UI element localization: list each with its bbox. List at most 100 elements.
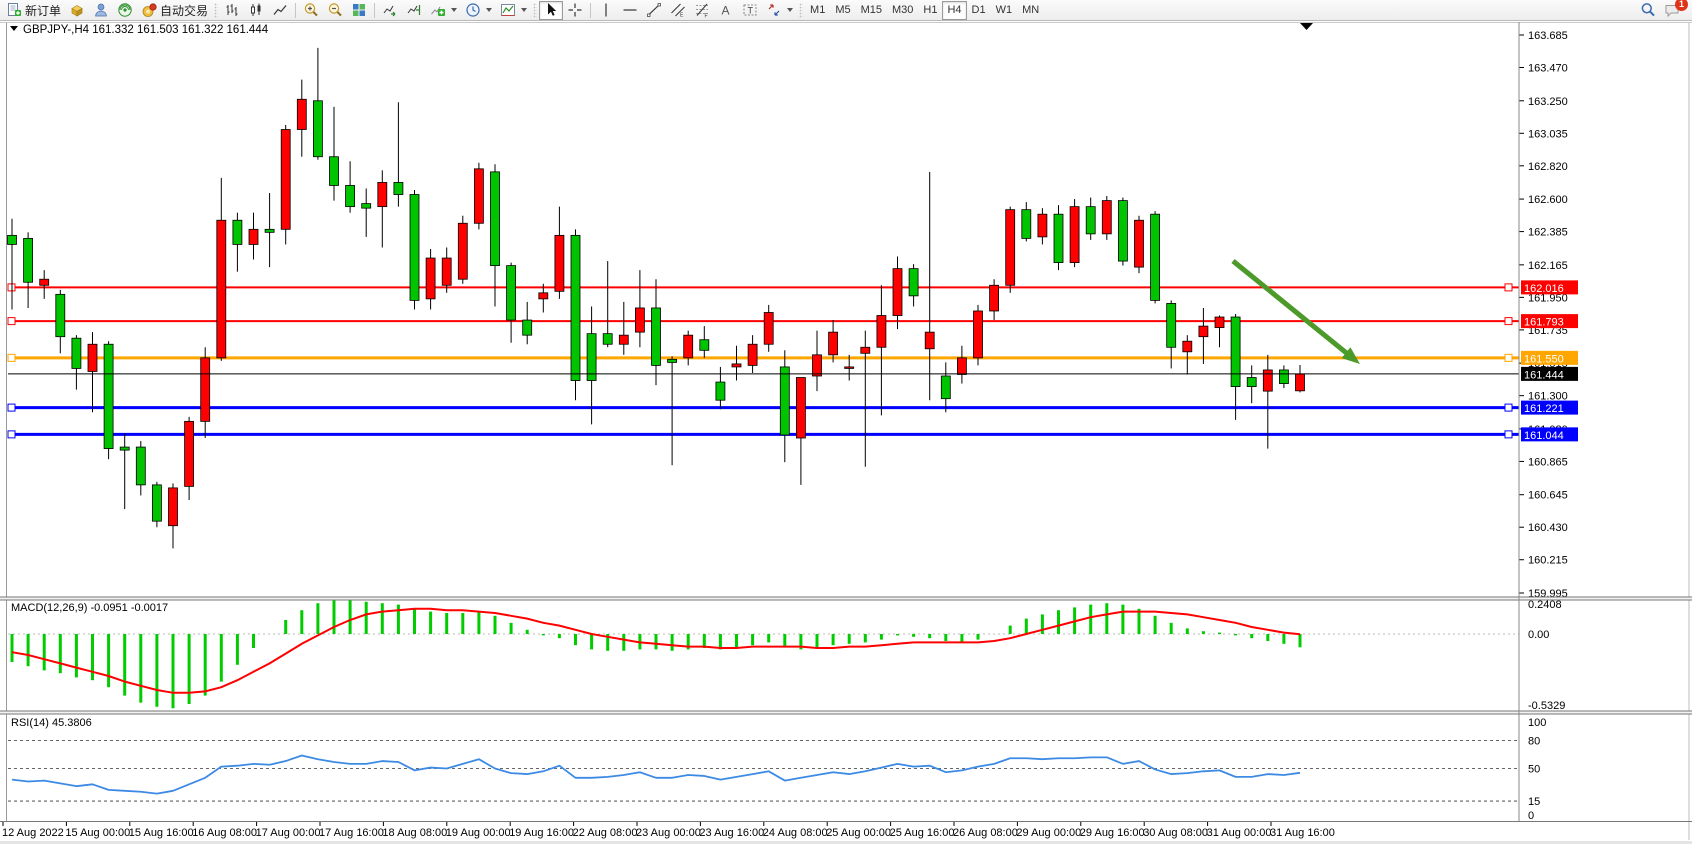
candle-body-up [684, 335, 693, 358]
chart-canvas[interactable]: 163.685163.470163.250163.035162.820162.6… [0, 21, 1692, 844]
zoom-in-icon [303, 2, 319, 18]
periods-button[interactable] [461, 1, 496, 20]
tab-timeframe-H1[interactable]: H1 [918, 1, 942, 20]
time-axis-label: 17 Aug 16:00 [319, 827, 384, 839]
candle-body-down [571, 235, 580, 380]
trendline-icon [646, 2, 662, 18]
bar-chart-button[interactable] [220, 1, 244, 20]
candle-body-down [523, 320, 532, 335]
price-axis-label: 160.645 [1528, 490, 1568, 502]
vertical-line-button[interactable] [594, 1, 618, 20]
candle-body-up [796, 378, 805, 438]
signals-button[interactable] [113, 1, 137, 20]
candle-body-up [619, 335, 628, 344]
candle-body-up [40, 279, 49, 285]
candle-body-down [330, 157, 339, 186]
candle-body-up [1199, 326, 1208, 337]
rsi-axis-label: 15 [1528, 796, 1540, 808]
candle-body-down [394, 182, 403, 194]
cursor-button[interactable] [539, 1, 563, 20]
templates-button[interactable] [496, 1, 531, 20]
tab-timeframe-D1[interactable]: D1 [967, 1, 991, 20]
price-tag-label: 161.221 [1524, 403, 1564, 415]
horizontal-line-button[interactable] [618, 1, 642, 20]
candle-body-up [458, 223, 467, 279]
line-anchor-marker [8, 431, 15, 438]
candle-body-down [1247, 378, 1256, 387]
candle-body-up [1183, 341, 1192, 352]
tab-timeframe-M30[interactable]: M30 [887, 1, 918, 20]
price-axis-label: 162.820 [1528, 161, 1568, 173]
candle-body-down [1086, 207, 1095, 234]
candle-body-up [1215, 317, 1224, 328]
candle-body-down [700, 340, 709, 351]
candle-body-up [1038, 214, 1047, 237]
candle-body-down [104, 344, 113, 448]
price-axis-label: 160.865 [1528, 456, 1568, 468]
line-chart-button[interactable] [268, 1, 292, 20]
line-anchor-marker [1505, 431, 1512, 438]
candle-body-down [233, 220, 242, 244]
notification-badge: 1 [1675, 0, 1688, 11]
new-order-button[interactable]: 新订单 [2, 1, 65, 20]
candle-body-down [716, 382, 725, 400]
auto-scroll-button[interactable] [378, 1, 402, 20]
template-icon [500, 2, 516, 18]
candle-body-up [539, 293, 548, 299]
autotrading-button[interactable]: 自动交易 [137, 1, 212, 20]
label-button[interactable]: T [738, 1, 762, 20]
candle-body-up [442, 258, 451, 285]
candle-chart-button[interactable] [244, 1, 268, 20]
tab-timeframe-H4[interactable]: H4 [942, 1, 966, 20]
zoom-in-button[interactable] [299, 1, 323, 20]
trendline-button[interactable] [642, 1, 666, 20]
candle-body-up [378, 182, 387, 206]
autotrading-icon [141, 2, 157, 18]
arrows-tool-button[interactable] [762, 1, 797, 20]
macd-axis-label: 0.00 [1528, 629, 1549, 641]
crosshair-button[interactable] [563, 1, 587, 20]
candle-body-up [249, 229, 258, 244]
tab-timeframe-W1[interactable]: W1 [991, 1, 1018, 20]
text-icon: A [718, 2, 734, 18]
time-axis-label: 31 Aug 00:00 [1207, 827, 1272, 839]
time-axis-label: 15 Aug 00:00 [65, 827, 130, 839]
candle-body-up [201, 358, 210, 422]
price-tag-label: 162.016 [1524, 283, 1564, 295]
search-button[interactable] [1636, 1, 1660, 20]
tab-timeframe-M1[interactable]: M1 [805, 1, 830, 20]
price-axis-label: 160.215 [1528, 555, 1568, 567]
candle-body-down [603, 334, 612, 345]
price-tag-label: 161.793 [1524, 317, 1564, 329]
notifications-button[interactable]: 1 [1660, 1, 1684, 20]
channel-button[interactable]: E [666, 1, 690, 20]
cursor-icon [543, 2, 559, 18]
candle-body-down [507, 266, 516, 320]
candle-body-down [1231, 317, 1240, 387]
market-button[interactable] [65, 1, 89, 20]
community-button[interactable] [89, 1, 113, 20]
chart-window[interactable]: 163.685163.470163.250163.035162.820162.6… [0, 21, 1692, 844]
time-axis-label: 24 Aug 08:00 [763, 827, 828, 839]
macd-indicator-label: MACD(12,26,9) -0.0951 -0.0017 [11, 602, 168, 614]
zoom-out-button[interactable] [323, 1, 347, 20]
line-anchor-marker [8, 318, 15, 325]
tab-timeframe-M15[interactable]: M15 [856, 1, 887, 20]
chart-shift-button[interactable] [402, 1, 426, 20]
time-axis-label: 22 Aug 08:00 [573, 827, 638, 839]
gold-box-icon [69, 2, 85, 18]
indicators-button[interactable] [426, 1, 461, 20]
svg-text:F: F [705, 14, 708, 19]
indicators-icon [430, 2, 446, 18]
time-axis-label: 29 Aug 16:00 [1080, 827, 1145, 839]
rsi-axis-label: 80 [1528, 736, 1540, 748]
time-axis-label: 25 Aug 00:00 [826, 827, 891, 839]
fibonacci-button[interactable]: F [690, 1, 714, 20]
candle-body-up [764, 312, 773, 344]
svg-text:T: T [748, 6, 754, 16]
tile-windows-button[interactable] [347, 1, 371, 20]
time-axis-label: 26 Aug 08:00 [953, 827, 1018, 839]
text-button[interactable]: A [714, 1, 738, 20]
tab-timeframe-M5[interactable]: M5 [830, 1, 855, 20]
tab-timeframe-MN[interactable]: MN [1017, 1, 1044, 20]
